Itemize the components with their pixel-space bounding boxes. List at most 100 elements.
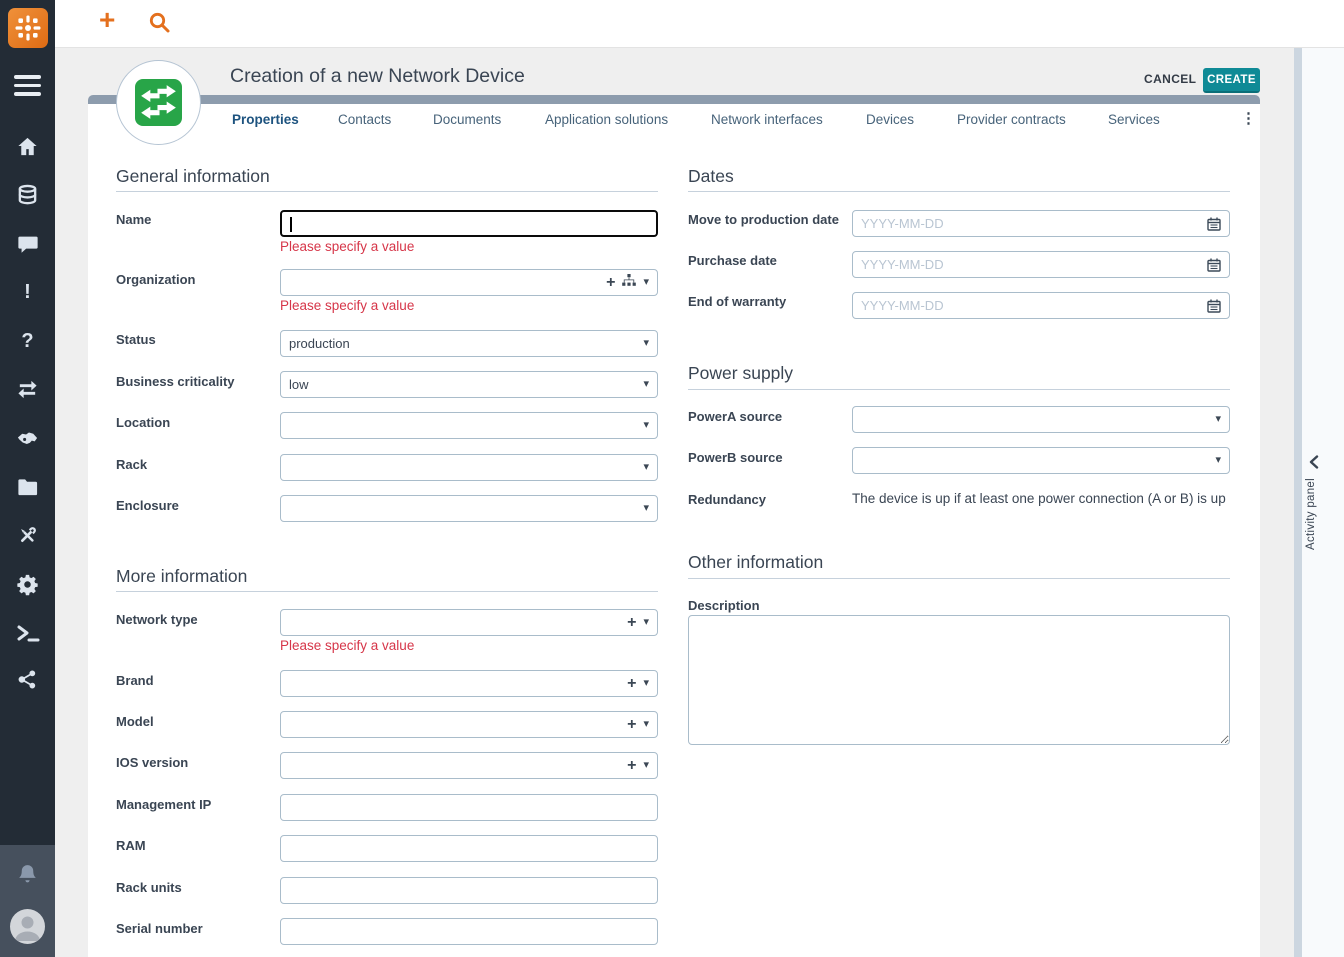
chevron-down-icon[interactable]: ▾ — [643, 617, 649, 628]
management-ip-label: Management IP — [116, 797, 211, 812]
organization-select[interactable]: + ▾ — [280, 269, 658, 296]
tab-network-interfaces[interactable]: Network interfaces — [711, 112, 823, 127]
calendar-icon[interactable] — [1207, 299, 1229, 313]
chevron-down-icon[interactable]: ▾ — [643, 760, 649, 771]
itop-logo[interactable] — [8, 8, 48, 48]
rack-units-field — [280, 877, 658, 904]
user-avatar[interactable] — [10, 909, 45, 944]
name-input[interactable] — [282, 212, 656, 235]
scrollbar[interactable] — [1294, 48, 1302, 957]
section-divider — [688, 389, 1230, 390]
move-to-production-date-input[interactable] — [853, 211, 1207, 236]
ios-version-select[interactable]: +▾ — [280, 752, 658, 779]
ram-input[interactable] — [281, 836, 657, 861]
ram-label: RAM — [116, 838, 146, 853]
add-icon[interactable]: + — [627, 615, 636, 631]
tab-contacts[interactable]: Contacts — [338, 112, 391, 127]
tab-provider-contracts[interactable]: Provider contracts — [957, 112, 1066, 127]
management-ip-field — [280, 794, 658, 821]
add-icon[interactable]: + — [627, 717, 636, 733]
cancel-button[interactable]: CANCEL — [1144, 72, 1196, 86]
settings-icon[interactable] — [15, 572, 40, 597]
management-ip-input[interactable] — [281, 795, 657, 820]
business-criticality-select[interactable]: low ▾ — [280, 371, 658, 398]
purchase-date-label: Purchase date — [688, 253, 777, 268]
section-power-supply: Power supply — [688, 363, 793, 384]
chat-icon[interactable] — [15, 231, 40, 256]
location-label: Location — [116, 415, 170, 430]
chevron-left-icon[interactable] — [1308, 455, 1320, 474]
activity-panel-label[interactable]: Activity panel — [1305, 478, 1317, 550]
folder-icon[interactable] — [15, 475, 40, 500]
kebab-menu-icon[interactable]: ⋮ — [1241, 109, 1256, 127]
tab-application-solutions[interactable]: Application solutions — [545, 112, 668, 127]
rack-units-input[interactable] — [281, 878, 657, 903]
chevron-down-icon[interactable]: ▾ — [643, 719, 649, 730]
description-label: Description — [688, 598, 760, 613]
organization-error: Please specify a value — [280, 298, 414, 313]
end-of-warranty-input[interactable] — [853, 293, 1207, 318]
chevron-down-icon[interactable]: ▾ — [643, 338, 649, 349]
status-label: Status — [116, 332, 156, 347]
calendar-icon[interactable] — [1207, 217, 1229, 231]
alert-icon[interactable]: ! — [15, 280, 40, 305]
add-icon[interactable]: + — [627, 758, 636, 774]
model-select[interactable]: +▾ — [280, 711, 658, 738]
chevron-down-icon[interactable]: ▾ — [643, 420, 649, 431]
hierarchy-icon[interactable] — [622, 274, 636, 292]
card-top-bar — [88, 95, 1260, 104]
chevron-down-icon[interactable]: ▾ — [643, 277, 649, 288]
add-icon[interactable]: + — [627, 676, 636, 692]
power-a-source-select[interactable]: ▾ — [852, 406, 1230, 433]
hamburger-menu-icon[interactable] — [14, 75, 41, 101]
tab-documents[interactable]: Documents — [433, 112, 501, 127]
terminal-icon[interactable] — [15, 620, 40, 645]
brand-select[interactable]: +▾ — [280, 670, 658, 697]
power-b-source-label: PowerB source — [688, 450, 783, 465]
serial-number-input[interactable] — [281, 919, 657, 944]
end-of-warranty-label: End of warranty — [688, 294, 786, 309]
end-of-warranty-field — [852, 292, 1230, 319]
database-icon[interactable] — [15, 183, 40, 208]
section-divider — [116, 591, 658, 592]
power-a-source-label: PowerA source — [688, 409, 782, 424]
new-object-icon[interactable]: + — [99, 4, 115, 36]
location-select[interactable]: ▾ — [280, 412, 658, 439]
tab-services[interactable]: Services — [1108, 112, 1160, 127]
help-icon[interactable]: ? — [15, 329, 40, 354]
tab-devices[interactable]: Devices — [866, 112, 914, 127]
network-type-select[interactable]: +▾ — [280, 609, 658, 636]
tools-icon[interactable] — [15, 523, 40, 548]
add-icon[interactable]: + — [606, 275, 615, 291]
status-select[interactable]: production ▾ — [280, 330, 658, 357]
business-criticality-label: Business criticality — [116, 374, 235, 389]
create-button[interactable]: CREATE — [1203, 68, 1260, 93]
serial-number-label: Serial number — [116, 921, 203, 936]
name-error: Please specify a value — [280, 239, 414, 254]
chevron-down-icon[interactable]: ▾ — [643, 379, 649, 390]
rack-select[interactable]: ▾ — [280, 454, 658, 481]
transfer-icon[interactable] — [15, 377, 40, 402]
power-b-source-select[interactable]: ▾ — [852, 447, 1230, 474]
chevron-down-icon[interactable]: ▾ — [643, 462, 649, 473]
tab-properties[interactable]: Properties — [232, 112, 299, 127]
section-divider — [688, 191, 1230, 192]
name-label: Name — [116, 212, 151, 227]
chevron-down-icon[interactable]: ▾ — [1215, 414, 1221, 425]
home-icon[interactable] — [15, 134, 40, 159]
chevron-down-icon[interactable]: ▾ — [643, 503, 649, 514]
chevron-down-icon[interactable]: ▾ — [1215, 455, 1221, 466]
page-title: Creation of a new Network Device — [230, 65, 525, 88]
bell-icon[interactable] — [15, 862, 40, 892]
search-icon[interactable] — [148, 11, 172, 40]
description-textarea[interactable] — [688, 615, 1230, 745]
calendar-icon[interactable] — [1207, 258, 1229, 272]
brand-label: Brand — [116, 673, 154, 688]
chevron-down-icon[interactable]: ▾ — [643, 678, 649, 689]
enclosure-select[interactable]: ▾ — [280, 495, 658, 522]
redundancy-label: Redundancy — [688, 492, 766, 507]
handshake-icon[interactable] — [15, 426, 40, 451]
purchase-date-input[interactable] — [853, 252, 1207, 277]
share-icon[interactable] — [15, 667, 40, 692]
name-input-wrapper — [280, 210, 658, 237]
